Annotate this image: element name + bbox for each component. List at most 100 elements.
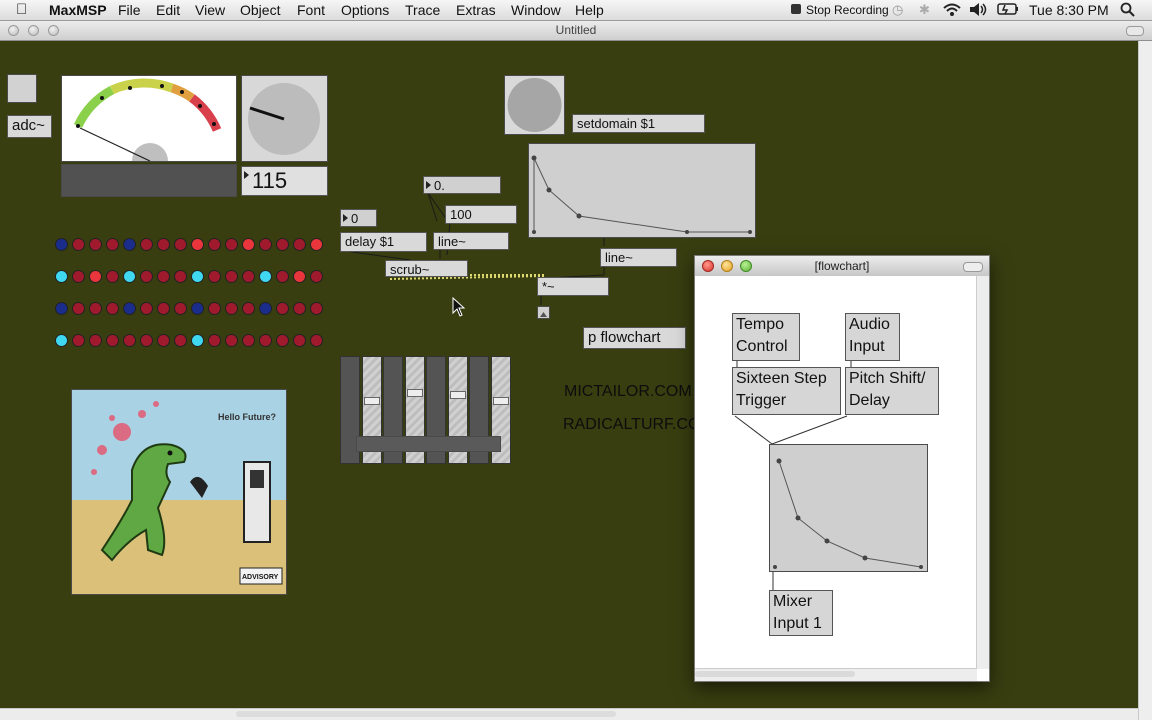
flowchart-scroll-thumb[interactable] — [695, 671, 855, 677]
led-cell[interactable] — [208, 270, 221, 283]
menu-file[interactable]: File — [118, 2, 141, 18]
flowchart-toolbar-toggle[interactable] — [963, 262, 983, 272]
toolbar-toggle-button[interactable] — [1126, 26, 1144, 36]
led-cell[interactable] — [72, 334, 85, 347]
slider-handle[interactable] — [449, 391, 466, 399]
led-cell[interactable] — [242, 238, 255, 251]
led-cell[interactable] — [89, 302, 102, 315]
setdomain-message[interactable]: setdomain $1 — [572, 114, 705, 133]
slider-handle[interactable] — [492, 397, 509, 405]
apple-menu-icon[interactable]:  — [16, 1, 27, 18]
scrub-object[interactable]: scrub~ — [385, 260, 468, 277]
led-cell[interactable] — [157, 302, 170, 315]
led-row[interactable] — [55, 270, 323, 284]
led-cell[interactable] — [191, 302, 204, 315]
menu-help[interactable]: Help — [575, 2, 604, 18]
tempo-control-box[interactable]: Tempo Control — [732, 313, 800, 361]
menu-view[interactable]: View — [195, 2, 225, 18]
led-row[interactable] — [55, 334, 323, 348]
led-cell[interactable] — [242, 270, 255, 283]
message-100[interactable]: 100 — [445, 205, 517, 224]
led-cell[interactable] — [242, 334, 255, 347]
menu-extras[interactable]: Extras — [456, 2, 496, 18]
led-cell[interactable] — [123, 270, 136, 283]
flowchart-canvas[interactable]: Tempo Control Audio Input Sixteen Step T… — [695, 276, 977, 669]
flowchart-titlebar[interactable]: [flowchart] — [695, 256, 989, 277]
bang-button[interactable] — [504, 75, 565, 135]
number-box-115[interactable]: 115 — [241, 166, 328, 196]
flowchart-subpatch[interactable]: p flowchart — [583, 327, 686, 349]
led-cell[interactable] — [123, 302, 136, 315]
led-cell[interactable] — [310, 334, 323, 347]
app-menu[interactable]: MaxMSP — [49, 2, 107, 18]
led-cell[interactable] — [259, 270, 272, 283]
dial-control[interactable] — [241, 75, 328, 162]
led-cell[interactable] — [174, 238, 187, 251]
led-cell[interactable] — [55, 334, 68, 347]
led-cell[interactable] — [225, 270, 238, 283]
led-cell[interactable] — [208, 334, 221, 347]
multiply-signal-object[interactable]: *~ — [537, 277, 609, 296]
vertical-scrollbar[interactable] — [1138, 41, 1152, 720]
led-cell[interactable] — [72, 270, 85, 283]
led-cell[interactable] — [259, 334, 272, 347]
led-cell[interactable] — [106, 270, 119, 283]
led-cell[interactable] — [55, 302, 68, 315]
slider-handle[interactable] — [363, 397, 380, 405]
led-cell[interactable] — [123, 238, 136, 251]
led-row[interactable] — [55, 302, 323, 316]
stop-recording-label[interactable]: Stop Recording — [806, 3, 889, 17]
flowchart-vertical-scrollbar[interactable] — [976, 276, 989, 669]
led-cell[interactable] — [55, 270, 68, 283]
horizontal-scrollbar[interactable] — [0, 708, 1138, 720]
led-cell[interactable] — [276, 238, 289, 251]
volume-icon[interactable] — [968, 2, 988, 20]
led-cell[interactable] — [89, 238, 102, 251]
led-cell[interactable] — [242, 302, 255, 315]
function-graph[interactable] — [528, 143, 756, 238]
led-cell[interactable] — [259, 238, 272, 251]
led-cell[interactable] — [191, 238, 204, 251]
battery-icon[interactable] — [997, 2, 1019, 19]
led-cell[interactable] — [225, 302, 238, 315]
led-cell[interactable] — [293, 302, 306, 315]
led-cell[interactable] — [225, 334, 238, 347]
horizontal-scroll-thumb[interactable] — [236, 711, 616, 717]
menu-clock[interactable]: Tue 8:30 PM — [1029, 2, 1109, 18]
led-cell[interactable] — [106, 302, 119, 315]
level-meter-gauge[interactable] — [61, 75, 237, 162]
led-cell[interactable] — [310, 238, 323, 251]
sixteen-step-trigger-box[interactable]: Sixteen Step Trigger — [732, 367, 841, 415]
led-cell[interactable] — [191, 270, 204, 283]
menu-edit[interactable]: Edit — [156, 2, 180, 18]
led-cell[interactable] — [259, 302, 272, 315]
led-cell[interactable] — [174, 302, 187, 315]
number-box-float[interactable]: 0. — [423, 176, 501, 194]
flowchart-horizontal-scrollbar[interactable] — [695, 668, 977, 681]
number-box-zero[interactable]: 0 — [340, 209, 377, 227]
led-cell[interactable] — [157, 238, 170, 251]
menu-object[interactable]: Object — [240, 2, 280, 18]
led-cell[interactable] — [106, 334, 119, 347]
toggle-button[interactable] — [7, 74, 37, 103]
led-cell[interactable] — [225, 238, 238, 251]
led-cell[interactable] — [140, 334, 153, 347]
led-cell[interactable] — [276, 270, 289, 283]
led-cell[interactable] — [276, 334, 289, 347]
led-cell[interactable] — [310, 302, 323, 315]
led-cell[interactable] — [191, 334, 204, 347]
delay-message[interactable]: delay $1 — [340, 232, 427, 252]
led-cell[interactable] — [72, 302, 85, 315]
led-cell[interactable] — [276, 302, 289, 315]
led-cell[interactable] — [140, 270, 153, 283]
led-row[interactable] — [55, 238, 323, 252]
led-cell[interactable] — [89, 270, 102, 283]
led-cell[interactable] — [55, 238, 68, 251]
led-cell[interactable] — [140, 238, 153, 251]
time-machine-icon[interactable]: ◷ — [892, 2, 903, 18]
mixer-input-box[interactable]: Mixer Input 1 — [769, 590, 833, 636]
wifi-icon[interactable] — [942, 2, 962, 20]
led-cell[interactable] — [157, 270, 170, 283]
led-cell[interactable] — [310, 270, 323, 283]
led-cell[interactable] — [293, 334, 306, 347]
